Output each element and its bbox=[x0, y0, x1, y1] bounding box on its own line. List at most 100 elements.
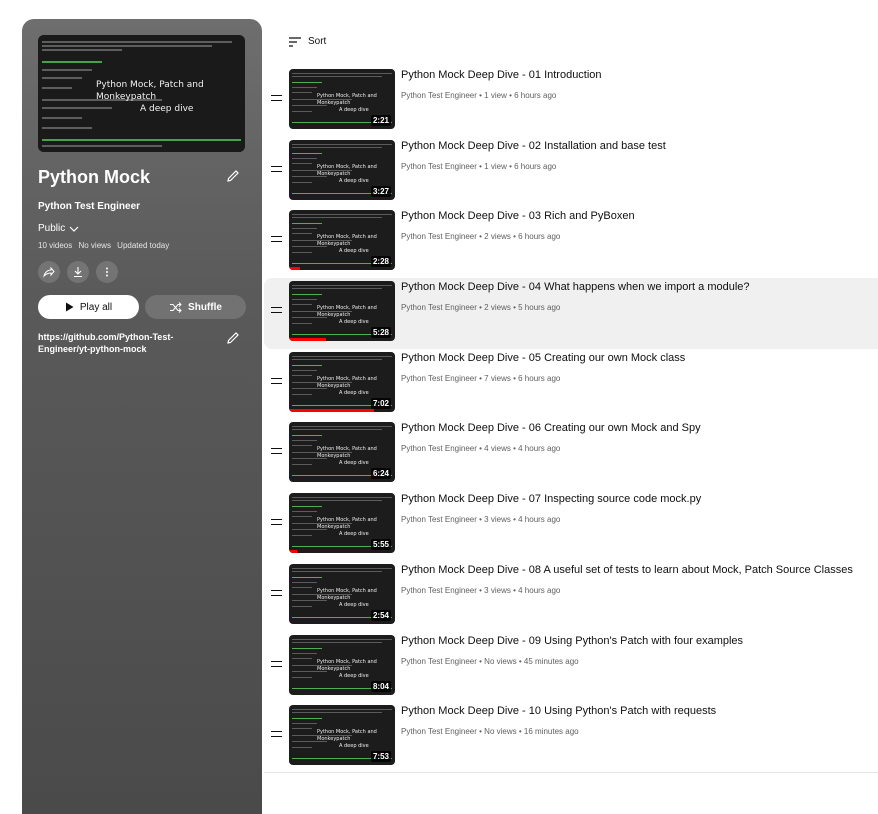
thumbnail-caption: Python Mock, Patch and Monkeypatch A dee… bbox=[317, 164, 395, 185]
view-count: No views bbox=[78, 241, 111, 250]
caption-line-2: A deep dive bbox=[339, 531, 369, 538]
caption-line-2: A deep dive bbox=[339, 319, 369, 326]
video-row[interactable]: Python Mock, Patch and Monkeypatch A dee… bbox=[264, 349, 878, 420]
download-icon bbox=[74, 267, 82, 278]
view-count: No views bbox=[484, 656, 517, 666]
caption-line-2: A deep dive bbox=[339, 601, 369, 608]
video-title[interactable]: Python Mock Deep Dive - 02 Installation … bbox=[401, 140, 666, 152]
view-count: 4 views bbox=[484, 444, 511, 454]
drag-handle-icon[interactable] bbox=[271, 307, 282, 314]
upload-age: 4 hours ago bbox=[518, 444, 561, 454]
video-title[interactable]: Python Mock Deep Dive - 03 Rich and PyBo… bbox=[401, 210, 635, 222]
more-vert-icon bbox=[106, 267, 108, 277]
thumbnail-caption: Python Mock, Patch and Monkeypatch A dee… bbox=[317, 234, 395, 255]
more-actions-button[interactable] bbox=[96, 261, 118, 283]
channel-name[interactable]: Python Test Engineer bbox=[401, 657, 477, 666]
video-duration: 3:27 bbox=[370, 185, 391, 197]
video-row[interactable]: Python Mock, Patch and Monkeypatch A dee… bbox=[264, 561, 878, 632]
caption-line-1: Python Mock, Patch and Monkeypatch bbox=[317, 446, 377, 460]
caption-line-1: Python Mock, Patch and Monkeypatch bbox=[317, 234, 377, 248]
caption-line-2: A deep dive bbox=[339, 672, 369, 679]
channel-name[interactable]: Python Test Engineer bbox=[401, 586, 477, 595]
view-count: No views bbox=[484, 727, 517, 737]
video-title[interactable]: Python Mock Deep Dive - 04 What happens … bbox=[401, 281, 750, 293]
caption-line-2: A deep dive bbox=[140, 104, 194, 114]
channel-name[interactable]: Python Test Engineer bbox=[401, 91, 477, 100]
thumbnail-caption: Python Mock, Patch and Monkeypatch A dee… bbox=[317, 588, 395, 609]
video-thumbnail[interactable]: Python Mock, Patch and Monkeypatch A dee… bbox=[289, 422, 395, 483]
thumbnail-caption: Python Mock, Patch and Monkeypatch A dee… bbox=[317, 446, 395, 467]
drag-handle-icon[interactable] bbox=[271, 519, 282, 526]
shuffle-icon bbox=[170, 301, 182, 313]
play-all-label: Play all bbox=[79, 301, 113, 313]
drag-handle-icon[interactable] bbox=[271, 236, 282, 243]
channel-name[interactable]: Python Test Engineer bbox=[401, 232, 477, 241]
video-row[interactable]: Python Mock, Patch and Monkeypatch A dee… bbox=[264, 66, 878, 137]
edit-description-pencil-icon[interactable] bbox=[225, 330, 241, 346]
channel-name[interactable]: Python Test Engineer bbox=[401, 374, 477, 383]
channel-name[interactable]: Python Test Engineer bbox=[401, 727, 477, 736]
video-meta: Python Test Engineer • No views • 16 min… bbox=[401, 727, 579, 736]
video-row[interactable]: Python Mock, Patch and Monkeypatch A dee… bbox=[264, 137, 878, 208]
playlist-thumbnail[interactable]: Python Mock, Patch and Monkeypatch A dee… bbox=[38, 35, 245, 152]
drag-handle-icon[interactable] bbox=[271, 95, 282, 101]
video-duration: 7:02 bbox=[370, 397, 391, 409]
channel-name[interactable]: Python Test Engineer bbox=[401, 303, 477, 312]
sort-label: Sort bbox=[308, 36, 327, 47]
privacy-dropdown[interactable]: Public bbox=[38, 223, 79, 234]
caption-line-2: A deep dive bbox=[339, 107, 369, 113]
thumbnail-caption: Python Mock, Patch and Monkeypatch A dee… bbox=[96, 79, 245, 115]
playlist-owner[interactable]: Python Test Engineer bbox=[38, 201, 140, 212]
edit-title-pencil-icon[interactable] bbox=[225, 168, 241, 184]
watch-progress-bar bbox=[289, 338, 327, 342]
drag-handle-icon[interactable] bbox=[271, 589, 282, 596]
video-thumbnail[interactable]: Python Mock, Patch and Monkeypatch A dee… bbox=[289, 139, 395, 200]
video-row[interactable]: Python Mock, Patch and Monkeypatch A dee… bbox=[264, 490, 878, 561]
view-count: 3 views bbox=[484, 585, 511, 595]
share-button[interactable] bbox=[38, 261, 60, 283]
video-title[interactable]: Python Mock Deep Dive - 07 Inspecting so… bbox=[401, 493, 701, 505]
video-thumbnail[interactable]: Python Mock, Patch and Monkeypatch A dee… bbox=[289, 563, 395, 624]
caption-line-2: A deep dive bbox=[339, 177, 369, 184]
video-duration: 5:55 bbox=[370, 539, 391, 551]
video-title[interactable]: Python Mock Deep Dive - 10 Using Python'… bbox=[401, 705, 716, 717]
download-button[interactable] bbox=[67, 261, 89, 283]
sort-button[interactable]: Sort bbox=[289, 36, 326, 47]
video-thumbnail[interactable]: Python Mock, Patch and Monkeypatch A dee… bbox=[289, 634, 395, 695]
shuffle-button[interactable]: Shuffle bbox=[145, 295, 246, 319]
video-row[interactable]: Python Mock, Patch and Monkeypatch A dee… bbox=[264, 632, 878, 703]
video-count: 10 videos bbox=[38, 241, 73, 250]
video-row[interactable]: Python Mock, Patch and Monkeypatch A dee… bbox=[264, 419, 878, 490]
video-title[interactable]: Python Mock Deep Dive - 09 Using Python'… bbox=[401, 635, 743, 647]
video-title[interactable]: Python Mock Deep Dive - 01 Introduction bbox=[401, 69, 602, 81]
video-title[interactable]: Python Mock Deep Dive - 05 Creating our … bbox=[401, 352, 685, 364]
drag-handle-icon[interactable] bbox=[271, 660, 282, 667]
channel-name[interactable]: Python Test Engineer bbox=[401, 162, 477, 171]
drag-handle-icon[interactable] bbox=[271, 377, 282, 384]
channel-name[interactable]: Python Test Engineer bbox=[401, 444, 477, 453]
upload-age: 6 hours ago bbox=[514, 161, 557, 171]
video-thumbnail[interactable]: Python Mock, Patch and Monkeypatch A dee… bbox=[289, 705, 395, 766]
description-link[interactable]: https://github.com/Python-Test-Engineer/… bbox=[38, 331, 208, 355]
thumbnail-caption: Python Mock, Patch and Monkeypatch A dee… bbox=[317, 93, 395, 114]
drag-handle-icon[interactable] bbox=[271, 731, 282, 738]
video-title[interactable]: Python Mock Deep Dive - 06 Creating our … bbox=[401, 422, 701, 434]
video-meta: Python Test Engineer • 7 views • 6 hours… bbox=[401, 374, 560, 383]
channel-name[interactable]: Python Test Engineer bbox=[401, 515, 477, 524]
video-thumbnail[interactable]: Python Mock, Patch and Monkeypatch A dee… bbox=[289, 210, 395, 271]
play-all-button[interactable]: Play all bbox=[38, 295, 139, 319]
video-thumbnail[interactable]: Python Mock, Patch and Monkeypatch A dee… bbox=[289, 69, 395, 129]
video-row[interactable]: Python Mock, Patch and Monkeypatch A dee… bbox=[264, 278, 878, 349]
video-duration: 5:28 bbox=[370, 327, 391, 339]
video-title[interactable]: Python Mock Deep Dive - 08 A useful set … bbox=[401, 564, 853, 576]
drag-handle-icon[interactable] bbox=[271, 165, 282, 172]
video-thumbnail[interactable]: Python Mock, Patch and Monkeypatch A dee… bbox=[289, 351, 395, 412]
watch-progress-bar bbox=[289, 408, 374, 412]
video-row[interactable]: Python Mock, Patch and Monkeypatch A dee… bbox=[264, 207, 878, 278]
video-row[interactable]: Python Mock, Patch and Monkeypatch A dee… bbox=[264, 702, 878, 773]
video-meta: Python Test Engineer • 3 views • 4 hours… bbox=[401, 515, 560, 524]
shuffle-label: Shuffle bbox=[188, 301, 222, 313]
video-thumbnail[interactable]: Python Mock, Patch and Monkeypatch A dee… bbox=[289, 281, 395, 342]
video-thumbnail[interactable]: Python Mock, Patch and Monkeypatch A dee… bbox=[289, 493, 395, 554]
drag-handle-icon[interactable] bbox=[271, 448, 282, 455]
